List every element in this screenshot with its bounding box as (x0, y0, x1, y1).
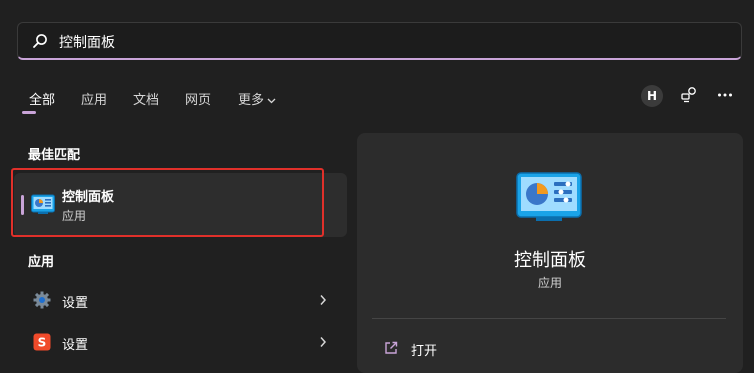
chevron-right-icon[interactable] (318, 336, 328, 348)
app-label-settings: 设置 (62, 296, 89, 311)
avatar[interactable]: H (641, 85, 663, 107)
best-match-heading: 最佳匹配 (28, 148, 81, 163)
open-action[interactable]: 打开 (411, 340, 437, 359)
detail-title: 控制面板 (514, 250, 586, 271)
active-tab-indicator (22, 111, 36, 114)
sogou-icon: S (33, 333, 51, 351)
app-label-settings-2: 设置 (62, 338, 89, 353)
selection-indicator (21, 195, 24, 215)
share-icon[interactable] (680, 86, 698, 104)
best-match-title: 控制面板 (62, 190, 115, 205)
tab-all[interactable]: 全部 (29, 89, 55, 108)
search-icon (33, 34, 47, 48)
tab-more-label: 更多 (238, 93, 265, 108)
gear-icon (33, 291, 51, 309)
control-panel-icon (31, 194, 55, 214)
best-match-result[interactable] (14, 173, 347, 237)
apps-heading: 应用 (28, 255, 55, 270)
open-external-icon (385, 341, 398, 354)
divider (372, 318, 726, 319)
svg-text:S: S (38, 336, 47, 350)
tab-apps[interactable]: 应用 (81, 89, 107, 108)
detail-subtitle: 应用 (537, 276, 562, 290)
chevron-right-icon[interactable] (318, 294, 328, 306)
search-query: 控制面板 (59, 35, 115, 51)
tab-web[interactable]: 网页 (185, 89, 211, 108)
best-match-subtitle: 应用 (62, 209, 87, 223)
search-input[interactable]: 控制面板 (17, 22, 742, 60)
tab-more[interactable]: 更多 (238, 89, 276, 108)
control-panel-large-icon (516, 172, 582, 221)
tab-documents[interactable]: 文档 (133, 89, 159, 108)
chevron-down-icon (267, 98, 276, 103)
more-options-icon[interactable] (716, 86, 734, 104)
